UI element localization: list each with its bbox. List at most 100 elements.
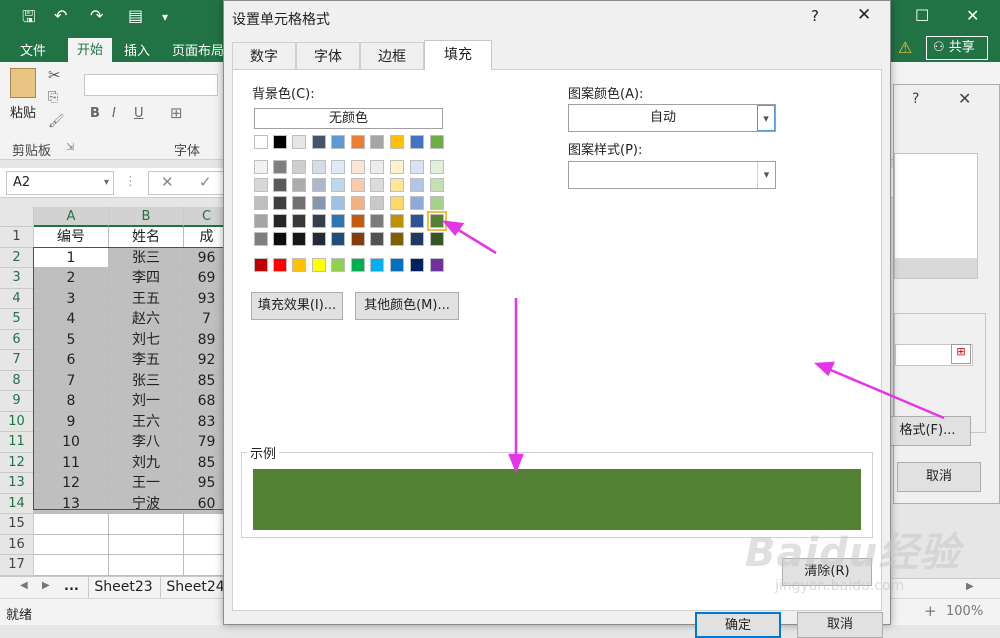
font-name-combo[interactable] [84,74,218,96]
color-swatch[interactable] [312,178,326,192]
color-swatch[interactable] [331,135,345,149]
table-cell[interactable]: 1 [34,247,109,268]
tab-number[interactable]: 数字 [232,42,296,70]
row-header[interactable]: 17 [0,555,34,576]
table-cell[interactable]: 宁波 [109,493,184,514]
standard-color-swatch[interactable] [254,258,268,272]
table-cell[interactable]: 9 [34,411,109,432]
table-cell[interactable]: 刘九 [109,452,184,473]
table-cell[interactable] [109,514,184,535]
color-swatch[interactable] [273,214,287,228]
tab-fill[interactable]: 填充 [424,40,492,70]
color-swatch[interactable] [370,232,384,246]
select-all-corner[interactable] [0,207,34,227]
table-cell[interactable]: 王一 [109,473,184,494]
sheet-tab-more[interactable]: ... [64,579,79,594]
row-header[interactable]: 2 [0,247,34,268]
color-swatch[interactable] [273,135,287,149]
maximize-icon[interactable]: ☐ [915,6,929,25]
row-header[interactable]: 8 [0,370,34,391]
table-cell[interactable] [34,534,109,555]
tab-file[interactable]: 文件 [20,40,46,59]
no-color-button[interactable]: 无颜色 [254,108,443,129]
color-swatch[interactable] [410,160,424,174]
table-cell[interactable]: 李四 [109,268,184,289]
row-header[interactable]: 3 [0,268,34,289]
color-swatch[interactable] [351,214,365,228]
table-cell[interactable]: 10 [34,432,109,453]
table-cell[interactable]: 11 [34,452,109,473]
color-swatch[interactable] [370,135,384,149]
color-swatch[interactable] [410,196,424,210]
table-cell[interactable]: 5 [34,329,109,350]
table-cell[interactable]: 编号 [34,227,109,248]
underline-icon[interactable]: U [134,106,144,121]
table-cell[interactable]: 赵六 [109,309,184,330]
warning-icon[interactable]: ⚠ [898,38,912,57]
table-cell[interactable]: 7 [34,370,109,391]
border-icon[interactable]: ⊞ [170,104,183,122]
standard-color-swatch[interactable] [312,258,326,272]
enter-icon[interactable]: ✓ [199,173,212,191]
standard-color-swatch[interactable] [351,258,365,272]
save-icon[interactable]: 🖫 [22,6,36,33]
color-swatch[interactable] [292,196,306,210]
undo-icon[interactable]: ↶ [54,6,67,25]
color-swatch[interactable] [312,160,326,174]
row-header[interactable]: 16 [0,534,34,555]
format-button[interactable]: 格式(F)... [884,416,971,446]
row-header[interactable]: 7 [0,350,34,371]
color-swatch[interactable] [390,232,404,246]
scroll-right-icon[interactable]: ▶ [42,580,50,591]
table-cell[interactable]: 李五 [109,350,184,371]
color-swatch[interactable] [370,214,384,228]
color-swatch[interactable] [254,160,268,174]
table-cell[interactable] [109,534,184,555]
pattern-color-combo[interactable]: 自动 ▾ [568,104,776,132]
rule-list[interactable] [894,153,978,279]
color-swatch[interactable] [370,196,384,210]
customize-qat-icon[interactable]: ▾ [162,10,168,24]
row-header[interactable]: 4 [0,288,34,309]
share-button[interactable]: ⚇ 共享 [926,36,988,60]
color-swatch[interactable] [351,196,365,210]
table-cell[interactable]: 刘一 [109,391,184,412]
pattern-style-combo[interactable]: ▾ [568,161,776,189]
cancel-icon[interactable]: ✕ [161,173,174,191]
tab-insert[interactable]: 插入 [124,40,150,59]
row-header[interactable]: 11 [0,432,34,453]
color-swatch[interactable] [430,135,444,149]
table-cell[interactable]: 李八 [109,432,184,453]
color-swatch[interactable] [430,232,444,246]
row-header[interactable]: 12 [0,452,34,473]
color-swatch[interactable] [390,178,404,192]
row-header[interactable]: 1 [0,227,34,248]
standard-color-swatch[interactable] [370,258,384,272]
close-icon[interactable]: ✕ [857,5,871,25]
more-colors-button[interactable]: 其他颜色(M)... [355,292,459,320]
dialog-launcher-icon[interactable]: ⇲ [66,142,74,153]
tab-page-layout[interactable]: 页面布局 [172,40,224,59]
row-header[interactable]: 9 [0,391,34,412]
paste-label[interactable]: 粘贴 [10,102,36,121]
table-cell[interactable]: 张三 [109,247,184,268]
color-swatch[interactable] [254,214,268,228]
fill-effects-button[interactable]: 填充效果(I)... [251,292,343,320]
bold-icon[interactable]: B [90,106,100,121]
column-header-a[interactable]: A [34,207,109,227]
color-swatch[interactable] [273,178,287,192]
color-swatch[interactable] [273,160,287,174]
color-swatch[interactable] [390,196,404,210]
scroll-left-icon[interactable]: ◀ [20,580,28,591]
color-swatch[interactable] [410,178,424,192]
table-cell[interactable]: 2 [34,268,109,289]
row-header[interactable]: 10 [0,411,34,432]
range-picker-icon[interactable]: ⊞ [951,344,971,364]
table-cell[interactable]: 4 [34,309,109,330]
row-header[interactable]: 15 [0,514,34,535]
color-swatch[interactable] [254,178,268,192]
color-swatch[interactable] [312,135,326,149]
color-swatch[interactable] [254,232,268,246]
table-cell[interactable]: 6 [34,350,109,371]
color-swatch[interactable] [430,196,444,210]
